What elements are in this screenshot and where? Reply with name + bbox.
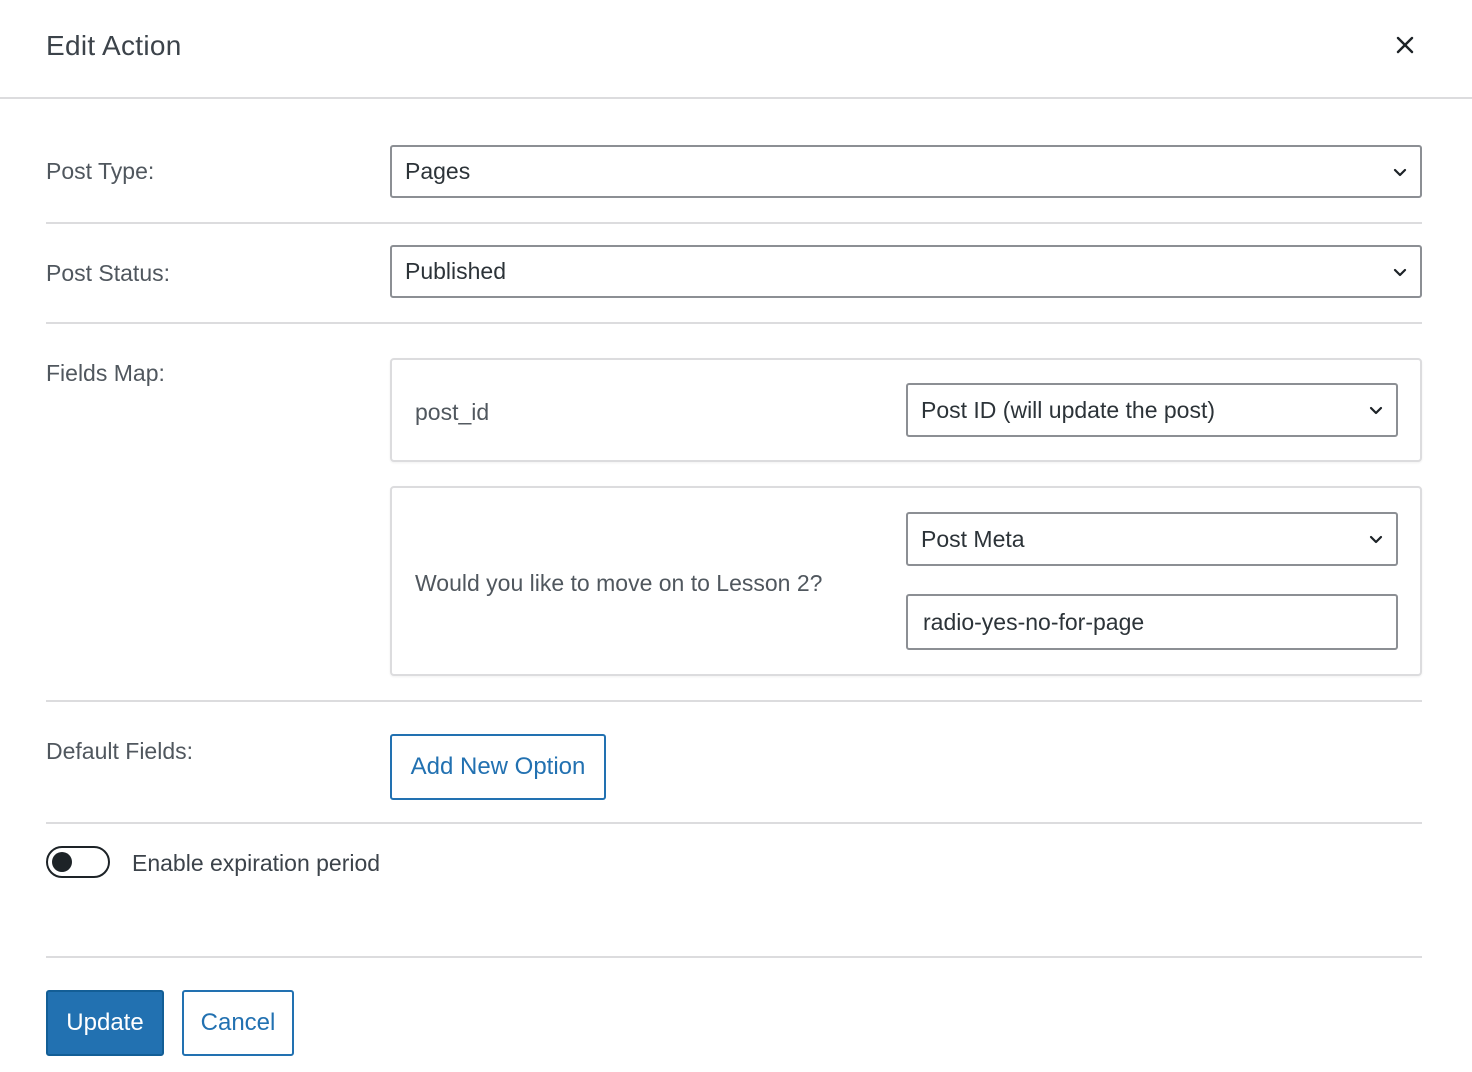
field-name: Would you like to move on to Lesson 2? bbox=[415, 570, 823, 596]
post-status-select[interactable]: Published bbox=[390, 245, 1422, 298]
divider bbox=[46, 322, 1422, 324]
post-type-value: Pages bbox=[405, 158, 471, 184]
field-mapping-select[interactable]: Post Meta bbox=[906, 512, 1398, 566]
field-name: post_id bbox=[415, 399, 490, 425]
field-map-row: Would you like to move on to Lesson 2? P… bbox=[390, 486, 1422, 676]
expiration-toggle[interactable] bbox=[46, 846, 110, 878]
toggle-knob bbox=[52, 852, 72, 872]
field-mapping-select[interactable]: Post ID (will update the post) bbox=[906, 383, 1398, 437]
dialog-title: Edit Action bbox=[46, 30, 182, 61]
post-status-value: Published bbox=[405, 258, 507, 284]
divider bbox=[46, 822, 1422, 824]
post-type-label: Post Type: bbox=[46, 158, 155, 184]
chevron-down-icon bbox=[1392, 166, 1408, 178]
add-new-option-button[interactable]: Add New Option bbox=[390, 734, 606, 800]
cancel-button[interactable]: Cancel bbox=[182, 990, 294, 1056]
chevron-down-icon bbox=[1368, 533, 1384, 545]
chevron-down-icon bbox=[1368, 404, 1384, 416]
field-mapping-value: Post Meta bbox=[921, 525, 1025, 552]
post-type-select[interactable]: Pages bbox=[390, 145, 1422, 198]
expiration-toggle-label: Enable expiration period bbox=[132, 850, 381, 876]
field-map-row: post_id Post ID (will update the post) bbox=[390, 358, 1422, 462]
divider bbox=[46, 700, 1422, 702]
fields-map-label: Fields Map: bbox=[46, 360, 165, 386]
chevron-down-icon bbox=[1392, 266, 1408, 278]
divider bbox=[46, 956, 1422, 958]
divider bbox=[46, 222, 1422, 224]
default-fields-label: Default Fields: bbox=[46, 738, 194, 764]
edit-action-dialog: Edit Action Post Type: Pages Post Status… bbox=[0, 0, 1472, 1072]
update-button[interactable]: Update bbox=[46, 990, 164, 1056]
close-icon bbox=[1396, 36, 1414, 54]
close-button[interactable] bbox=[1388, 28, 1422, 62]
field-mapping-value: Post ID (will update the post) bbox=[921, 396, 1216, 423]
meta-key-input[interactable] bbox=[906, 594, 1398, 650]
dialog-header: Edit Action bbox=[0, 0, 1472, 99]
post-status-label: Post Status: bbox=[46, 260, 171, 286]
